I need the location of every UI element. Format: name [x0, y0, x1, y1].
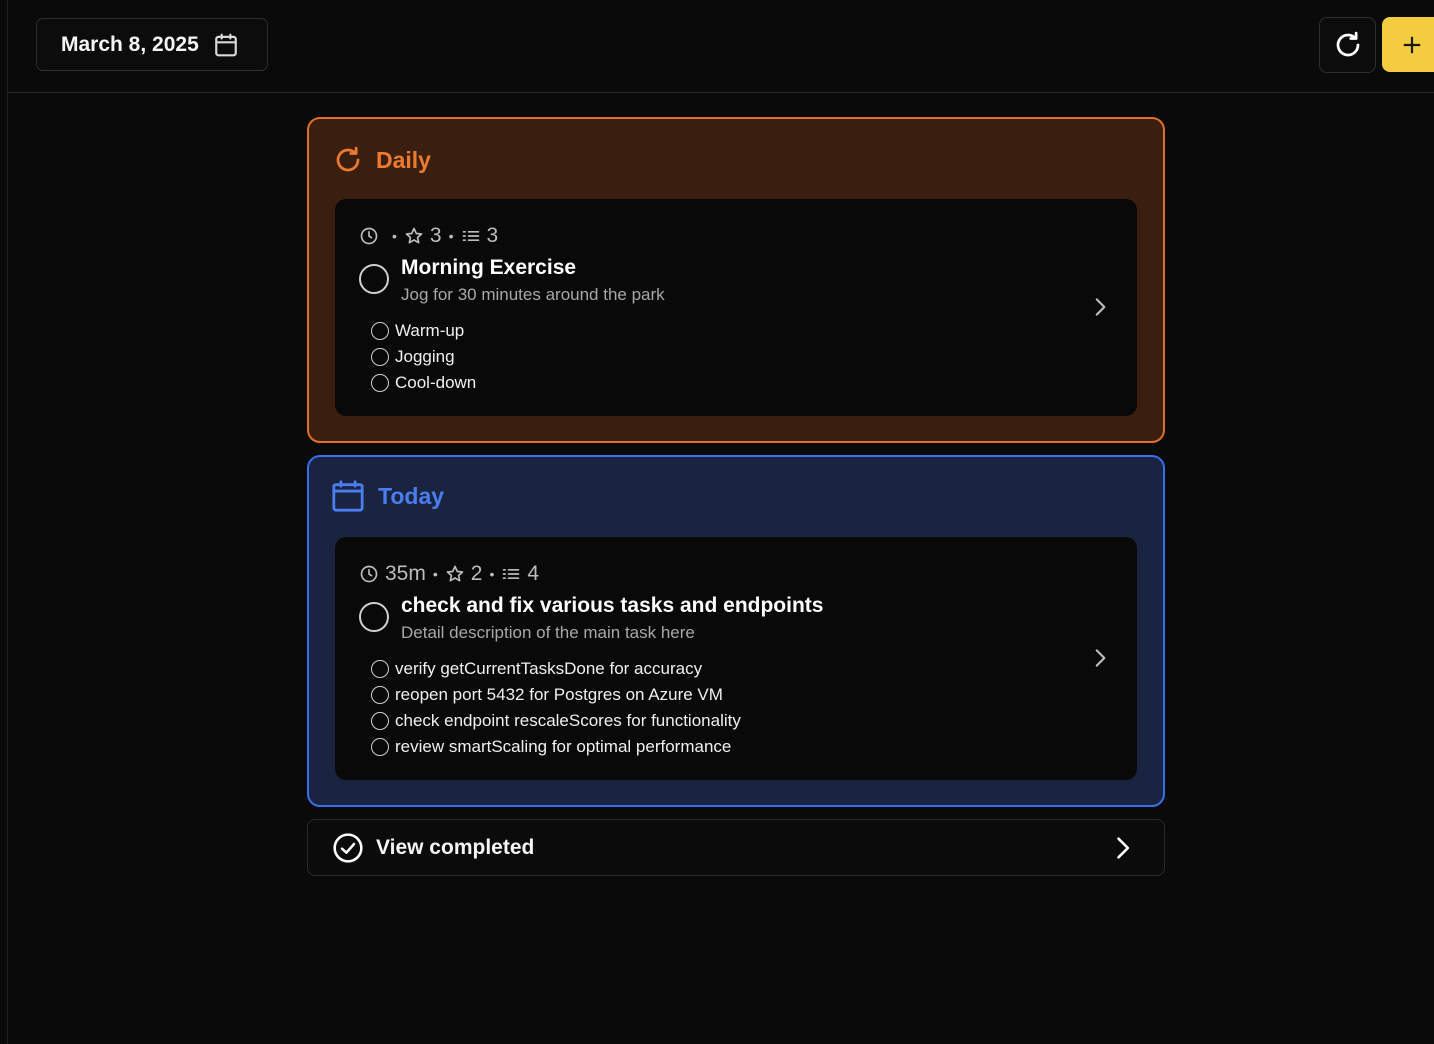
task-subtask-count: 3 — [486, 224, 499, 247]
left-divider — [7, 0, 8, 1044]
subtask-item: reopen port 5432 for Postgres on Azure V… — [371, 682, 741, 708]
section-today: Today 35m • 2 • 4 check and fix various … — [307, 455, 1165, 807]
chevron-right-icon[interactable] — [1087, 294, 1113, 320]
subtask-list: Warm-up Jogging Cool-down — [371, 318, 476, 396]
plus-icon — [1403, 36, 1421, 53]
date-picker-button[interactable]: March 8, 2025 — [36, 18, 268, 71]
subtask-item: Cool-down — [371, 370, 476, 396]
subtask-checkbox[interactable] — [371, 348, 389, 366]
subtask-checkbox[interactable] — [371, 712, 389, 730]
section-header: Today — [331, 479, 444, 513]
clock-icon — [360, 565, 378, 583]
subtask-label: reopen port 5432 for Postgres on Azure V… — [395, 685, 723, 704]
task-duration: 35m — [385, 562, 426, 585]
subtask-item: verify getCurrentTasksDone for accuracy — [371, 656, 741, 682]
chevron-right-icon[interactable] — [1087, 645, 1113, 671]
view-completed-label: View completed — [376, 835, 535, 859]
subtask-checkbox[interactable] — [371, 322, 389, 340]
subtask-label: check endpoint rescaleScores for functio… — [395, 711, 741, 730]
calendar-icon — [214, 33, 237, 56]
subtask-label: Warm-up — [395, 321, 465, 340]
meta-separator: • — [392, 228, 397, 244]
task-checkbox[interactable] — [359, 264, 389, 294]
star-icon — [405, 227, 423, 244]
task-card[interactable]: • 3 • 3 Morning Exercise Jog for 30 minu… — [335, 199, 1137, 416]
task-points: 3 — [429, 224, 442, 247]
task-description: Jog for 30 minutes around the park — [401, 285, 665, 304]
header: March 8, 2025 — [8, 0, 1434, 93]
subtask-checkbox[interactable] — [371, 738, 389, 756]
task-title: Morning Exercise — [401, 256, 577, 279]
date-label: March 8, 2025 — [61, 32, 199, 56]
chevron-right-icon — [1117, 837, 1130, 859]
task-checkbox[interactable] — [359, 602, 389, 632]
task-card[interactable]: 35m • 2 • 4 check and fix various tasks … — [335, 537, 1137, 780]
subtask-item: Jogging — [371, 344, 476, 370]
repeat-icon — [336, 146, 360, 172]
meta-separator: • — [432, 566, 438, 582]
task-title: check and fix various tasks and endpoint… — [401, 594, 824, 617]
check-circle-icon — [333, 832, 363, 863]
subtask-list: verify getCurrentTasksDone for accuracy … — [371, 656, 741, 760]
task-subtask-count: 4 — [527, 562, 540, 585]
section-title: Daily — [376, 146, 431, 173]
list-icon — [462, 231, 479, 241]
app: March 8, 2025 Daily • 3 • 3 Morning Exer… — [0, 0, 1434, 1044]
subtask-item: review smartScaling for optimal performa… — [371, 734, 741, 760]
task-description: Detail description of the main task here — [401, 623, 695, 642]
refresh-icon — [1336, 31, 1359, 57]
star-icon — [446, 565, 464, 582]
meta-separator: • — [448, 228, 454, 244]
subtask-item: Warm-up — [371, 318, 476, 344]
add-task-button[interactable] — [1382, 17, 1434, 72]
list-icon — [503, 569, 520, 579]
section-title: Today — [378, 482, 445, 509]
task-points: 2 — [470, 562, 483, 585]
refresh-button[interactable] — [1319, 17, 1376, 73]
section-daily: Daily • 3 • 3 Morning Exercise Jog for 3… — [307, 117, 1165, 443]
subtask-label: Jogging — [395, 347, 455, 366]
task-meta: 35m • 2 • 4 — [359, 561, 539, 587]
subtask-label: review smartScaling for optimal performa… — [395, 737, 732, 756]
subtask-checkbox[interactable] — [371, 686, 389, 704]
clock-icon — [360, 227, 378, 245]
section-header: Daily — [333, 143, 431, 177]
subtask-checkbox[interactable] — [371, 374, 389, 392]
calendar-icon — [332, 480, 364, 512]
subtask-label: Cool-down — [395, 373, 477, 392]
meta-separator: • — [489, 566, 495, 582]
subtask-label: verify getCurrentTasksDone for accuracy — [395, 659, 703, 678]
view-completed-button[interactable]: View completed — [307, 819, 1165, 876]
subtask-checkbox[interactable] — [371, 660, 389, 678]
task-meta: • 3 • 3 — [359, 223, 498, 249]
subtask-item: check endpoint rescaleScores for functio… — [371, 708, 741, 734]
